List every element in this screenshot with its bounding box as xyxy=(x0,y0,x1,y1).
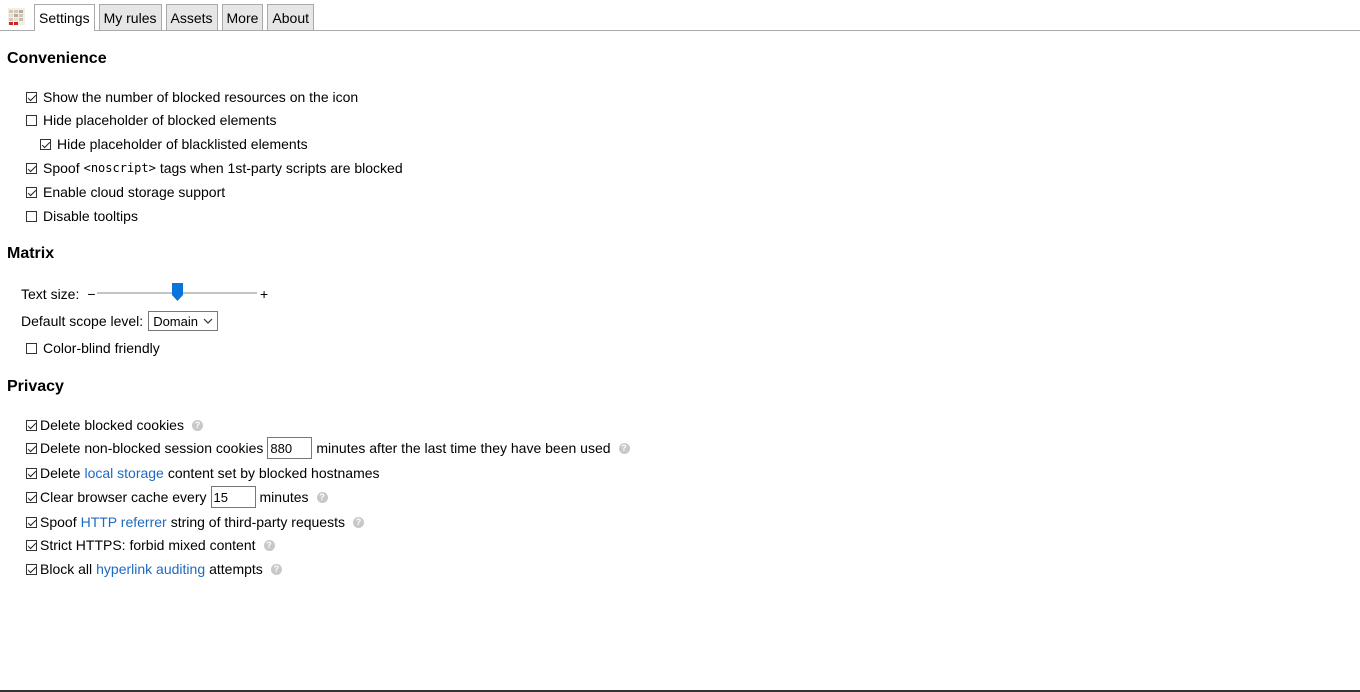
option-label: Disable tooltips xyxy=(43,208,138,224)
option-clear-cache[interactable]: Clear browser cache every 15 minutes ? xyxy=(26,486,328,508)
option-label-post: attempts xyxy=(209,561,263,577)
text-size-row: Text size: − xyxy=(21,284,96,304)
option-delete-session-cookies[interactable]: Delete non-blocked session cookies 880 m… xyxy=(26,437,630,459)
tab-settings[interactable]: Settings xyxy=(34,4,95,31)
option-label-pre: Delete xyxy=(40,465,81,481)
option-label: Hide placeholder of blacklisted elements xyxy=(57,136,308,152)
option-disable-tooltips[interactable]: Disable tooltips xyxy=(26,206,138,226)
help-icon[interactable]: ? xyxy=(618,442,630,454)
cache-minutes-input[interactable]: 15 xyxy=(210,486,256,508)
option-label-pre: Delete non-blocked session cookies xyxy=(40,440,264,456)
option-label-post: content set by blocked hostnames xyxy=(167,465,380,481)
option-label: Show the number of blocked resources on … xyxy=(43,89,359,105)
checkbox[interactable] xyxy=(26,114,37,126)
option-label: Delete blocked cookies xyxy=(40,417,184,433)
option-label-post: string of third-party requests xyxy=(170,514,345,530)
checkbox[interactable] xyxy=(26,539,37,551)
checkbox[interactable] xyxy=(26,419,37,431)
checkbox[interactable] xyxy=(26,491,37,503)
hyperlink-auditing-link[interactable]: hyperlink auditing xyxy=(96,561,205,577)
option-label-pre: Spoof xyxy=(43,160,80,176)
option-delete-local-storage[interactable]: Delete local storage content set by bloc… xyxy=(26,463,380,483)
checkbox[interactable] xyxy=(26,563,37,575)
slider-minus-label: − xyxy=(87,286,96,302)
option-label-pre: Block all xyxy=(40,561,93,577)
chevron-down-icon xyxy=(203,318,213,324)
option-label: Color-blind friendly xyxy=(43,340,160,356)
section-title-matrix: Matrix xyxy=(7,245,55,262)
tab-about[interactable]: About xyxy=(267,4,315,30)
option-block-hyperlink-auditing[interactable]: Block all hyperlink auditing attempts ? xyxy=(26,559,282,579)
option-color-blind[interactable]: Color-blind friendly xyxy=(26,338,160,358)
checkbox[interactable] xyxy=(26,516,37,528)
checkbox[interactable] xyxy=(26,467,37,479)
tab-my-rules[interactable]: My rules xyxy=(98,4,162,30)
checkbox[interactable] xyxy=(40,138,51,150)
help-icon[interactable]: ? xyxy=(352,516,364,528)
scope-label: Default scope level: xyxy=(21,313,144,329)
text-size-label: Text size: xyxy=(21,286,80,302)
option-cloud-storage[interactable]: Enable cloud storage support xyxy=(26,182,225,202)
option-hide-placeholder-blacklisted[interactable]: Hide placeholder of blacklisted elements xyxy=(40,134,308,154)
option-label: Strict HTTPS: forbid mixed content xyxy=(40,537,256,553)
option-spoof-referrer[interactable]: Spoof HTTP referrer string of third-part… xyxy=(26,512,364,532)
option-label: Enable cloud storage support xyxy=(43,184,226,200)
option-show-blocked-count[interactable]: Show the number of blocked resources on … xyxy=(26,87,358,107)
section-title-convenience: Convenience xyxy=(7,50,107,67)
option-label-post: tags when 1st-party scripts are blocked xyxy=(159,160,403,176)
checkbox[interactable] xyxy=(26,210,37,222)
help-icon[interactable]: ? xyxy=(270,563,282,575)
local-storage-link[interactable]: local storage xyxy=(84,465,163,481)
slider-plus-label: + xyxy=(260,286,269,302)
session-cookie-minutes-input[interactable]: 880 xyxy=(267,437,313,459)
option-label-pre: Spoof xyxy=(40,514,77,530)
checkbox[interactable] xyxy=(26,342,37,354)
section-title-privacy: Privacy xyxy=(7,378,64,395)
help-icon[interactable]: ? xyxy=(316,491,328,503)
slider-plus-row: + xyxy=(260,284,268,304)
option-label: Hide placeholder of blocked elements xyxy=(43,112,277,128)
http-referrer-link[interactable]: HTTP referrer xyxy=(81,514,167,530)
option-label-post: minutes xyxy=(259,489,309,505)
option-label-pre: Clear browser cache every xyxy=(40,489,207,505)
help-icon[interactable]: ? xyxy=(263,539,275,551)
checkbox[interactable] xyxy=(26,186,37,198)
tab-assets[interactable]: Assets xyxy=(165,4,218,30)
help-icon[interactable]: ? xyxy=(191,419,203,431)
text-size-slider-thumb[interactable] xyxy=(171,283,183,301)
checkbox[interactable] xyxy=(26,162,37,174)
checkbox[interactable] xyxy=(26,442,37,454)
umatrix-logo-icon xyxy=(8,8,25,25)
tab-bar: Settings My rules Assets More About xyxy=(0,0,1360,31)
noscript-code: <noscript> xyxy=(83,161,156,175)
option-delete-blocked-cookies[interactable]: Delete blocked cookies ? xyxy=(26,415,203,435)
option-hide-placeholder-blocked[interactable]: Hide placeholder of blocked elements xyxy=(26,110,276,130)
scope-row: Default scope level: Domain xyxy=(21,311,219,331)
checkbox[interactable] xyxy=(26,91,37,103)
scope-select[interactable]: Domain xyxy=(148,311,219,331)
option-spoof-noscript[interactable]: Spoof <noscript> tags when 1st-party scr… xyxy=(26,158,403,178)
option-strict-https[interactable]: Strict HTTPS: forbid mixed content ? xyxy=(26,535,275,555)
tab-more[interactable]: More xyxy=(221,4,264,30)
scope-select-value: Domain xyxy=(153,313,198,329)
option-label-post: minutes after the last time they have be… xyxy=(316,440,611,456)
